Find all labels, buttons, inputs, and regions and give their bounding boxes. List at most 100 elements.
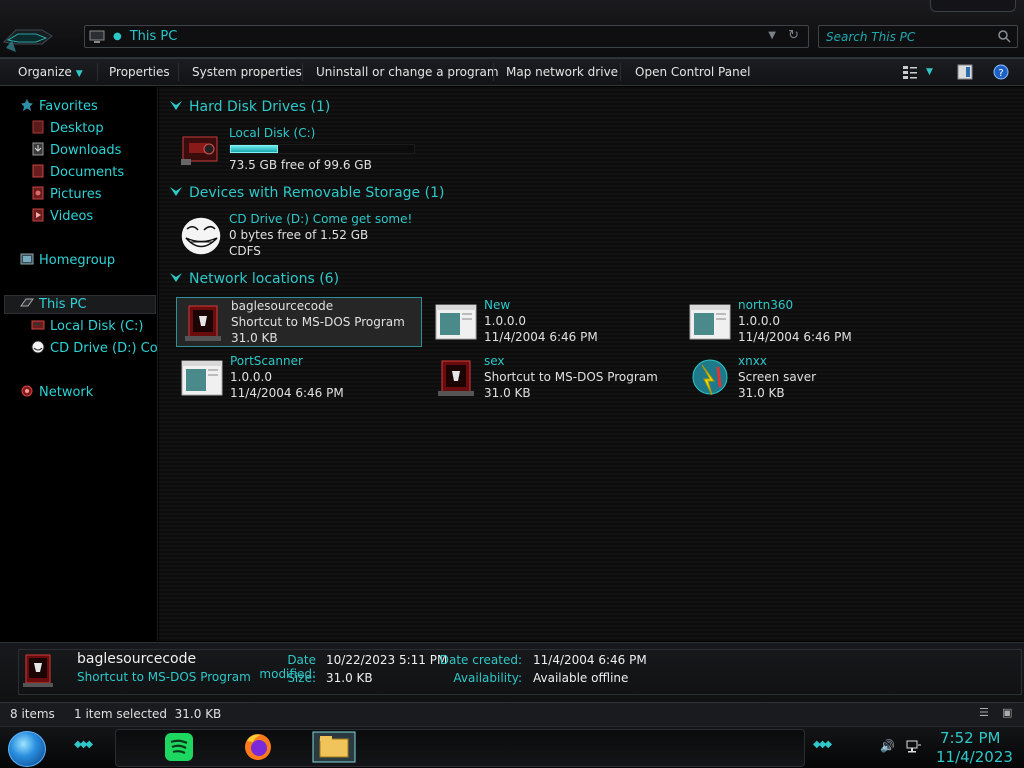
drive-item-cd-drive[interactable]: CD Drive (D:) Come get some! 0 bytes fre… xyxy=(175,211,421,261)
network-item-baglesourcecode[interactable]: baglesourcecode Shortcut to MS-DOS Progr… xyxy=(176,297,422,347)
firefox-icon[interactable] xyxy=(241,731,275,763)
nav-desktop[interactable]: Desktop xyxy=(31,119,104,139)
nav-documents[interactable]: Documents xyxy=(31,163,124,183)
nav-videos[interactable]: Videos xyxy=(31,207,93,227)
item-type: Shortcut to MS-DOS Program xyxy=(484,370,658,384)
group-title: Devices with Removable Storage (1) xyxy=(189,185,445,201)
group-header-removable-storage[interactable]: Devices with Removable Storage (1) xyxy=(169,182,444,204)
details-value-availability: Available offline xyxy=(533,671,629,685)
collapse-chevron-icon xyxy=(170,101,182,110)
star-icon xyxy=(21,99,33,111)
nav-downloads[interactable]: Downloads xyxy=(31,141,121,161)
command-divider xyxy=(97,63,98,81)
view-dropdown-icon[interactable]: ▼ xyxy=(926,59,933,85)
network-item-portscanner[interactable]: PortScanner 1.0.0.0 11/4/2004 6:46 PM xyxy=(176,353,422,403)
nav-network[interactable]: Network xyxy=(20,383,93,403)
nav-favorites[interactable]: Favorites xyxy=(20,97,98,117)
nav-downloads-label: Downloads xyxy=(50,143,122,158)
details-value-size: 31.0 KB xyxy=(326,671,373,685)
videos-icon xyxy=(32,208,44,222)
item-size: 31.0 KB xyxy=(231,331,278,345)
nav-cd-drive[interactable]: CD Drive (D:) Com xyxy=(31,339,158,359)
item-name: nortn360 xyxy=(738,298,794,312)
clock-time[interactable]: 7:52 PM xyxy=(940,729,1000,747)
organize-button[interactable]: Organize ▼ xyxy=(18,59,83,85)
nav-homegroup-label: Homegroup xyxy=(39,253,116,268)
refresh-icon[interactable]: ↻ xyxy=(788,28,799,43)
command-divider xyxy=(493,63,494,81)
uninstall-program-button[interactable]: Uninstall or change a program xyxy=(316,59,499,85)
view-options-icon[interactable] xyxy=(902,64,918,80)
start-button[interactable] xyxy=(8,731,46,767)
details-view-icon[interactable]: ☰ xyxy=(979,706,989,719)
spotify-icon[interactable] xyxy=(162,731,196,763)
network-item-new[interactable]: New 1.0.0.0 11/4/2004 6:46 PM xyxy=(430,297,676,347)
search-box[interactable] xyxy=(818,25,1018,48)
volume-icon[interactable]: 🔊 xyxy=(880,739,895,753)
item-version: 1.0.0.0 xyxy=(484,314,526,328)
nav-videos-label: Videos xyxy=(50,209,94,224)
item-size: 31.0 KB xyxy=(738,386,785,400)
address-bar[interactable]: ● This PC ▼ ↻ xyxy=(84,25,809,48)
drive-free-space: 0 bytes free of 1.52 GB xyxy=(229,228,369,242)
alien-logo-icon xyxy=(2,29,53,52)
network-tray-icon[interactable] xyxy=(906,740,922,754)
downloads-icon xyxy=(32,142,44,156)
clock-date[interactable]: 11/4/2023 xyxy=(936,748,1013,766)
help-icon[interactable]: ? xyxy=(993,64,1009,80)
drive-item-local-disk[interactable]: Local Disk (C:) 73.5 GB free of 99.6 GB xyxy=(175,125,421,175)
item-version: 1.0.0.0 xyxy=(230,370,272,384)
window-notch xyxy=(930,0,1016,12)
troll-face-icon xyxy=(180,216,222,256)
ms-dos-shortcut-icon xyxy=(185,305,221,341)
taskbar-decoration: ◆◆◆ xyxy=(813,739,832,750)
network-item-nortn360[interactable]: nortn360 1.0.0.0 11/4/2004 6:46 PM xyxy=(684,297,930,347)
address-dropdown-icon[interactable]: ▼ xyxy=(768,30,776,41)
open-control-panel-button[interactable]: Open Control Panel xyxy=(635,59,750,85)
group-header-network-locations[interactable]: Network locations (6) xyxy=(169,268,339,290)
drive-usage-bar xyxy=(229,144,415,154)
breadcrumb-separator-icon[interactable]: ● xyxy=(113,31,122,42)
nav-favorites-label: Favorites xyxy=(39,99,98,114)
item-name: PortScanner xyxy=(230,354,303,368)
network-item-xnxx[interactable]: xnxx Screen saver 31.0 KB xyxy=(684,353,930,403)
group-title: Hard Disk Drives (1) xyxy=(189,99,331,115)
title-bar: ● This PC ▼ ↻ xyxy=(0,0,1024,58)
drive-free-space: 73.5 GB free of 99.6 GB xyxy=(229,158,372,172)
group-header-hard-disk-drives[interactable]: Hard Disk Drives (1) xyxy=(169,96,330,118)
search-input[interactable] xyxy=(819,26,989,47)
organize-label: Organize xyxy=(18,65,72,79)
svg-text:?: ? xyxy=(998,68,1003,79)
large-icons-view-icon[interactable]: ▣ xyxy=(1002,706,1012,719)
content-pane: Hard Disk Drives (1) Local Disk (C:) 73.… xyxy=(159,87,1024,641)
file-explorer-icon[interactable] xyxy=(312,731,356,763)
search-icon[interactable] xyxy=(998,30,1011,43)
nav-documents-label: Documents xyxy=(50,165,125,180)
breadcrumb-this-pc[interactable]: This PC xyxy=(130,29,178,44)
command-divider xyxy=(620,63,621,81)
details-label-size: Size: xyxy=(287,671,316,685)
nav-local-disk[interactable]: Local Disk (C:) xyxy=(31,317,143,337)
command-bar: Organize ▼ Properties System properties U… xyxy=(0,58,1024,86)
command-divider xyxy=(178,63,179,81)
details-value-date-modified: 10/22/2023 5:11 PM xyxy=(326,653,448,667)
nav-homegroup[interactable]: Homegroup xyxy=(20,251,115,271)
item-name: New xyxy=(484,298,511,312)
drive-filesystem: CDFS xyxy=(229,244,261,258)
item-size: 31.0 KB xyxy=(484,386,531,400)
ms-dos-shortcut-icon xyxy=(23,654,53,687)
hard-drive-icon xyxy=(181,136,218,165)
preview-pane-icon[interactable] xyxy=(957,64,973,80)
nav-pictures[interactable]: Pictures xyxy=(31,185,101,205)
network-icon xyxy=(21,385,33,397)
details-label-date-created: Date created: xyxy=(439,653,522,667)
map-network-drive-button[interactable]: Map network drive xyxy=(506,59,618,85)
nav-cd-drive-label: CD Drive (D:) Com xyxy=(50,341,158,356)
network-item-sex[interactable]: sex Shortcut to MS-DOS Program 31.0 KB xyxy=(430,353,676,403)
application-window-icon xyxy=(435,304,477,340)
system-properties-button[interactable]: System properties xyxy=(192,59,302,85)
chevron-down-icon: ▼ xyxy=(75,69,83,79)
properties-button[interactable]: Properties xyxy=(109,59,170,85)
nav-this-pc[interactable]: This PC xyxy=(20,295,87,315)
application-window-icon xyxy=(689,304,731,340)
